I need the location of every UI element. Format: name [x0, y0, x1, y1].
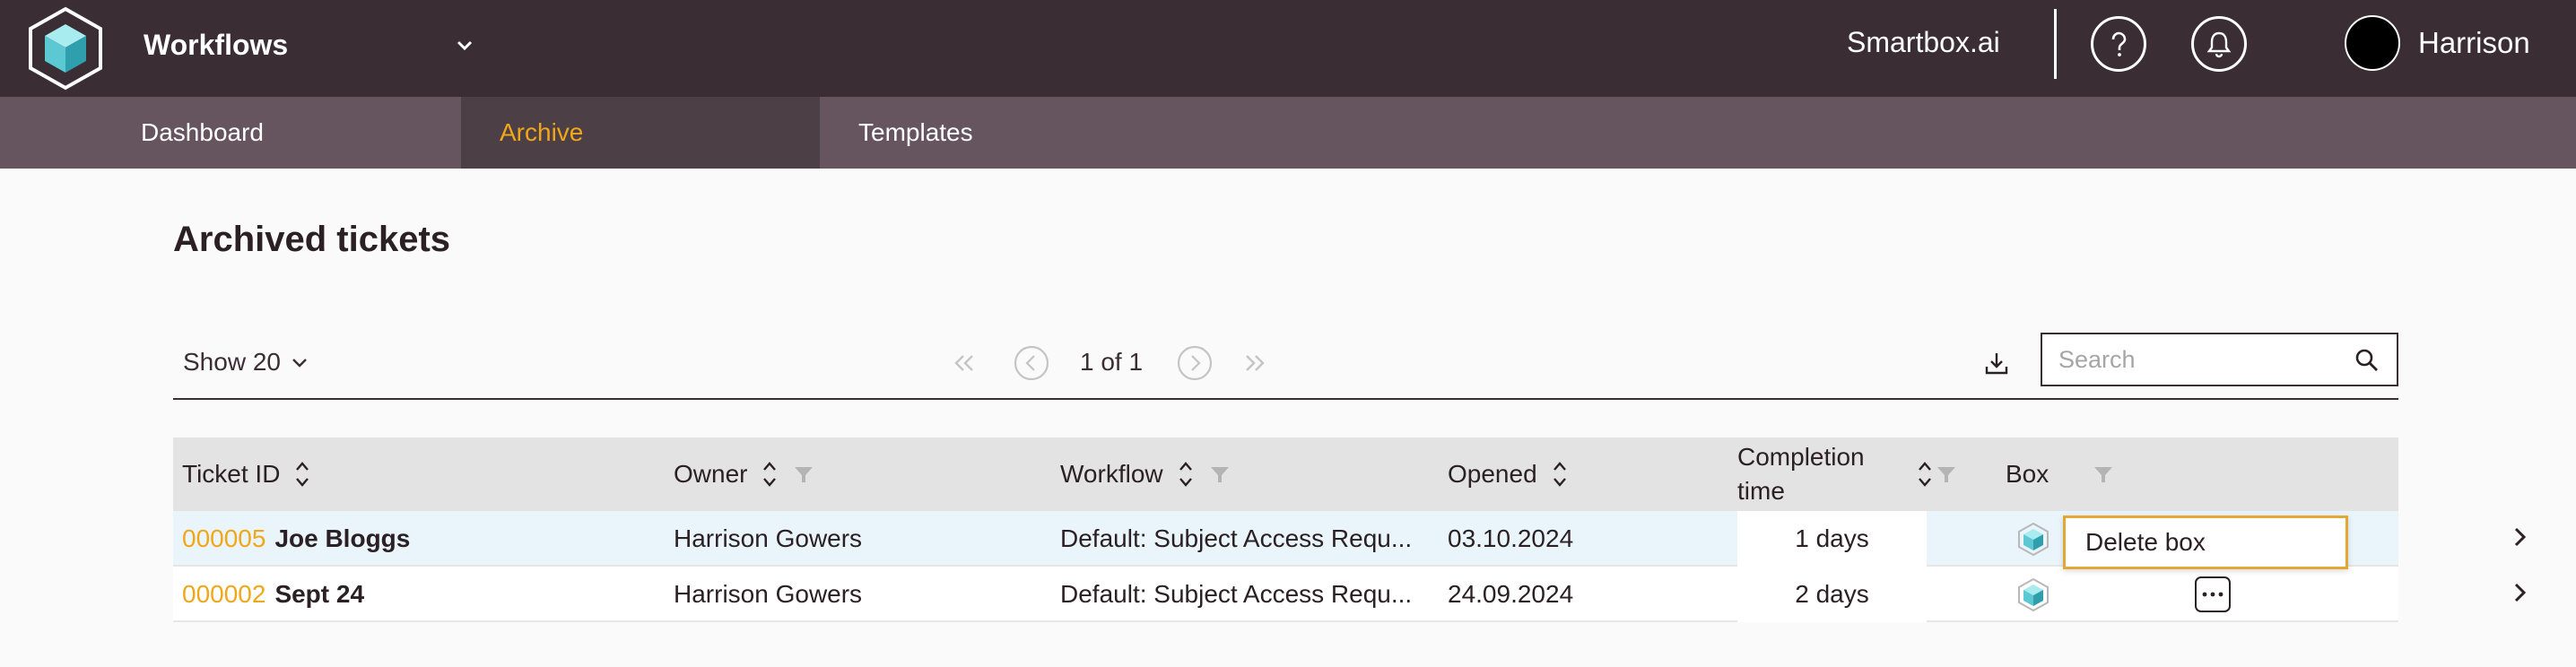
table-header: Ticket ID Owner Workflow Opened Completi… [173, 437, 2398, 511]
tab-templates[interactable]: Templates [820, 97, 1179, 169]
top-header: Workflows Smartbox.ai Harrison [0, 0, 2576, 97]
column-label: Workflow [1060, 460, 1163, 488]
next-page-button[interactable] [1175, 343, 1214, 383]
header-divider [2054, 9, 2057, 79]
chevron-down-icon [292, 359, 307, 368]
sort-icon[interactable] [1552, 459, 1568, 489]
filter-icon[interactable] [794, 464, 814, 484]
delete-box-menu-item[interactable]: Delete box [2063, 515, 2348, 569]
first-page-button[interactable] [945, 343, 985, 383]
filter-icon[interactable] [1210, 464, 1230, 484]
page-size-label: Show 20 [183, 348, 281, 376]
cube-logo-icon[interactable] [27, 6, 104, 91]
column-ticket-id: Ticket ID [182, 437, 310, 511]
workflow-cell: Default: Subject Access Requ... [1060, 524, 1413, 552]
owner-cell: Harrison Gowers [674, 580, 863, 608]
sort-icon[interactable] [294, 459, 310, 489]
row-actions-button[interactable] [2195, 576, 2231, 612]
box-cell [2015, 511, 2069, 567]
column-opened: Opened [1448, 437, 1568, 511]
ticket-name: Joe Bloggs [274, 524, 411, 552]
app-title: Workflows [144, 29, 289, 61]
bell-icon [2206, 31, 2232, 58]
owner-cell: Harrison Gowers [674, 524, 863, 552]
main-nav: Dashboard Archive Templates [0, 97, 2576, 169]
search-icon[interactable] [2354, 347, 2380, 374]
filter-icon[interactable] [1936, 464, 1956, 484]
page-indicator: 1 of 1 [1080, 348, 1144, 376]
chevron-left-circle-icon [1014, 345, 1049, 381]
column-owner: Owner [674, 437, 814, 511]
download-icon [1985, 353, 2008, 375]
prev-page-button[interactable] [1012, 343, 1051, 383]
completion-cell: 2 days [1737, 567, 1927, 622]
main-content: Archived tickets Show 20 1 of 1 Search T… [0, 169, 2576, 667]
user-name[interactable]: Harrison [2418, 24, 2530, 62]
column-box: Box [2006, 437, 2113, 511]
workflow-cell: Default: Subject Access Requ... [1060, 580, 1413, 608]
sort-icon[interactable] [1917, 459, 1933, 489]
column-label: Owner [674, 460, 748, 488]
box-cell [2015, 567, 2069, 622]
help-icon [2111, 31, 2127, 56]
ticket-id-link[interactable]: 000005 [182, 524, 265, 553]
opened-cell: 03.10.2024 [1448, 524, 1574, 552]
ticket-id-link[interactable]: 000002 [182, 580, 265, 609]
toolbar-divider [173, 398, 2398, 400]
column-label: Completion time [1737, 443, 1865, 505]
column-label: Ticket ID [182, 460, 281, 488]
user-avatar[interactable] [2345, 15, 2400, 71]
opened-cell: 24.09.2024 [1448, 580, 1574, 608]
last-page-button[interactable] [1234, 343, 1274, 383]
search-input[interactable] [2058, 342, 2345, 377]
sort-icon[interactable] [761, 459, 778, 489]
column-completion-time: Completion time [1737, 437, 1962, 511]
chevron-down-icon[interactable] [451, 32, 478, 59]
notifications-button[interactable] [2191, 16, 2247, 72]
filter-icon[interactable] [2093, 464, 2113, 484]
brand-name: Smartbox.ai [1847, 26, 2000, 58]
ticket-id-cell: 000002 Sept 24 [182, 567, 657, 622]
help-button[interactable] [2091, 16, 2146, 72]
column-label: Opened [1448, 460, 1537, 488]
tab-dashboard[interactable]: Dashboard [0, 97, 461, 169]
more-horizontal-icon [2202, 592, 2224, 597]
column-label: Box [2006, 460, 2049, 488]
table-row[interactable]: 000002 Sept 24 Harrison Gowers Default: … [173, 567, 2527, 622]
search-box [2041, 333, 2398, 386]
column-workflow: Workflow [1060, 437, 1230, 511]
box-cube-icon[interactable] [2015, 521, 2051, 557]
download-button[interactable] [1977, 343, 2016, 383]
chevron-right-circle-icon [1177, 345, 1213, 381]
chevron-right-icon[interactable] [2509, 579, 2532, 606]
double-chevron-left-icon [954, 355, 973, 371]
ticket-name: Sept 24 [274, 580, 365, 608]
page-title: Archived tickets [173, 220, 451, 259]
sort-icon[interactable] [1178, 459, 1194, 489]
completion-cell: 1 days [1737, 511, 1927, 567]
chevron-right-icon[interactable] [2509, 524, 2532, 550]
tab-archive[interactable]: Archive [461, 97, 820, 169]
ticket-id-cell: 000005 Joe Bloggs [182, 511, 657, 567]
double-chevron-right-icon [1246, 355, 1265, 371]
page-size-select[interactable]: Show 20 [183, 344, 309, 380]
box-cube-icon[interactable] [2015, 576, 2051, 612]
